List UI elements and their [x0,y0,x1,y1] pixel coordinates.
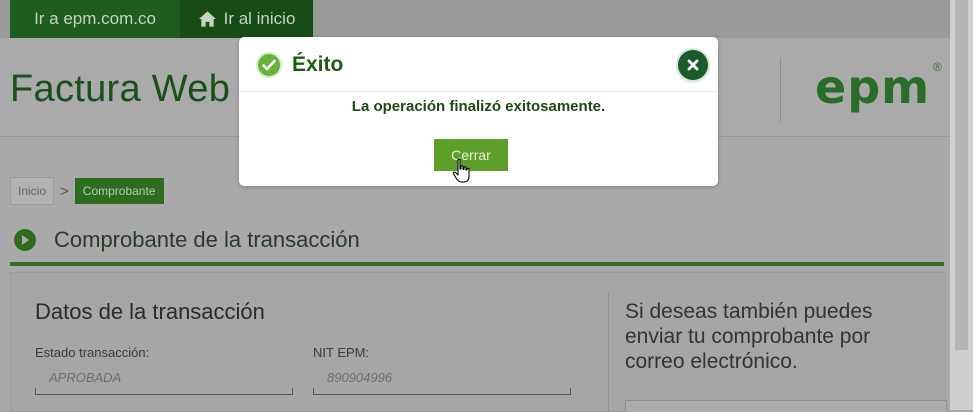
status-field-tick-left [35,388,36,394]
registered-mark: ® [933,60,942,74]
nit-field-tick-left [313,388,314,394]
arrow-circle-icon [14,229,36,251]
status-field-value: APROBADA [49,370,122,385]
dialog-header: Éxito [239,37,718,92]
epm-logo: epm ® [815,60,942,114]
checkmark-icon [262,59,276,71]
check-circle-icon [256,52,282,78]
dialog-title: Éxito [292,53,344,76]
transaction-title: Datos de la transacción [35,299,265,324]
breadcrumb-item-comprobante: Comprobante [74,178,164,204]
status-field-label: Estado transacción: [35,345,150,360]
section-header: Comprobante de la transacción [14,227,360,253]
close-icon [687,59,699,71]
email-instructions: Si deseas también puedes enviar tu compr… [625,300,873,373]
close-dialog-button[interactable] [678,50,708,80]
page: Ir a epm.com.co Ir al inicio Factura Web… [0,0,973,412]
success-dialog: Éxito La operación finalizó exitosamente… [239,37,718,186]
nit-field-value: 890904996 [327,370,393,385]
breadcrumb-item-inicio[interactable]: Inicio [10,177,55,205]
section-divider [10,262,944,266]
hand-cursor-icon [452,158,470,183]
section-title: Comprobante de la transacción [54,227,360,252]
home-link-label: Ir al inicio [223,9,296,28]
email-input[interactable] [625,400,947,412]
status-field-tick-right [292,388,293,394]
breadcrumb: Inicio > Comprobante [10,177,164,205]
transaction-panel: Datos de la transacción Estado transacci… [10,272,947,412]
nit-field-tick-right [570,388,571,394]
epm-site-link-label: Ir a epm.com.co [34,9,156,28]
nit-field-label: NIT EPM: [313,345,370,360]
top-bar: Ir a epm.com.co Ir al inicio [0,0,950,38]
home-icon [198,11,216,27]
dialog-message: La operación finalizó exitosamente. [351,98,606,115]
status-field-underline [35,394,293,395]
logo-text: epm [815,60,931,114]
panel-divider [608,293,609,411]
scrollbar-thumb[interactable] [955,0,968,350]
home-link[interactable]: Ir al inicio [180,0,313,38]
epm-site-link[interactable]: Ir a epm.com.co [10,0,180,38]
header-divider [780,58,781,123]
breadcrumb-separator: > [60,182,69,200]
app-title: Factura Web [10,68,231,110]
nit-field-underline [313,394,571,395]
